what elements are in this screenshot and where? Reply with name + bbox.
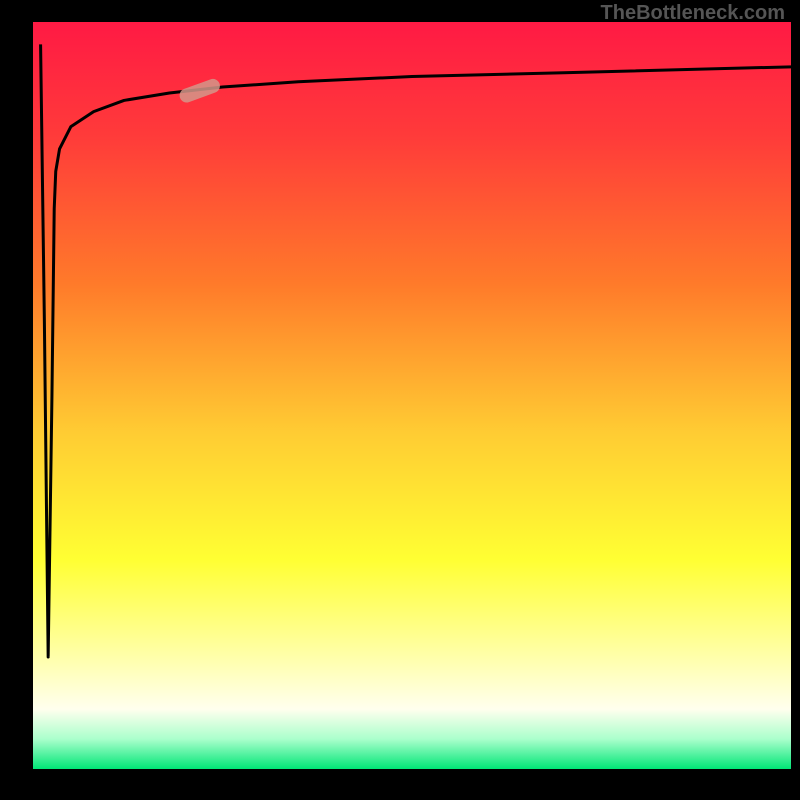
curve-line <box>41 44 791 657</box>
data-marker <box>178 77 222 105</box>
chart-svg <box>33 22 791 769</box>
watermark-text: TheBottleneck.com <box>601 2 785 25</box>
chart-container: TheBottleneck.com <box>0 0 800 800</box>
plot-area <box>33 22 791 769</box>
